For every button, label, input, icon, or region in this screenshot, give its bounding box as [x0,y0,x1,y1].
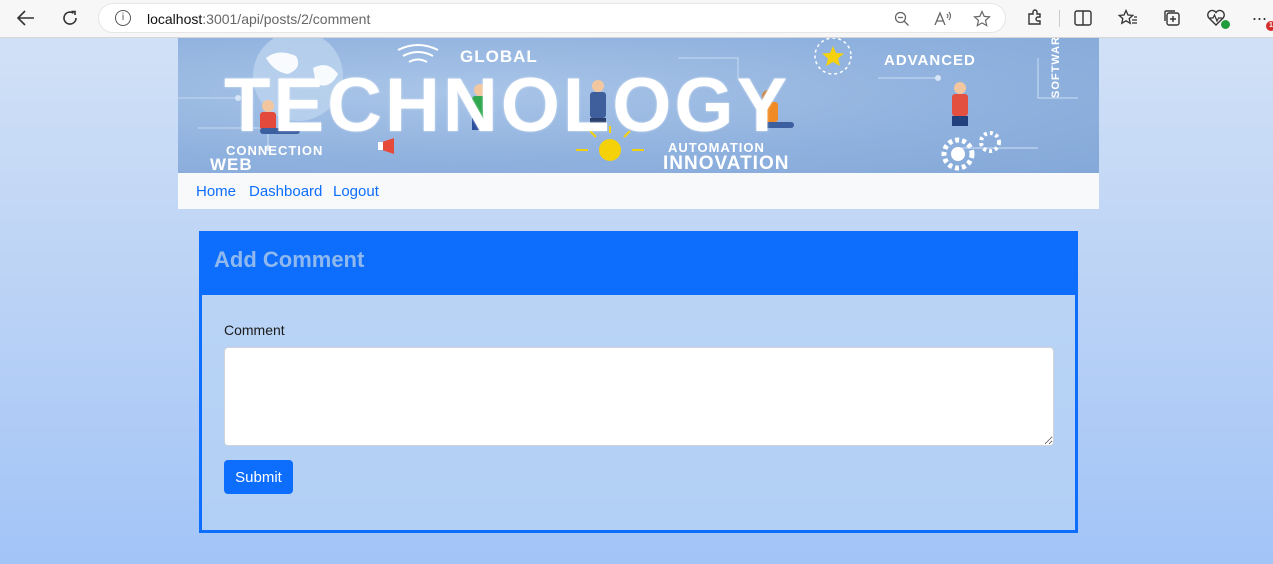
back-icon[interactable] [11,4,41,32]
banner-title: TECHNOLOGY [224,63,791,148]
extensions-icon[interactable] [1020,4,1050,32]
banner-word-global: GLOBAL [460,47,538,66]
status-ok-badge [1221,20,1230,29]
browser-toolbar: i localhost:3001/api/posts/2/comment ···… [0,0,1273,38]
read-aloud-icon[interactable] [931,8,955,30]
banner-word-software: SOFTWARE [1050,38,1062,98]
notification-badge: 1 [1266,21,1273,31]
card-header: Add Comment [202,234,1075,295]
split-screen-icon[interactable] [1068,4,1098,32]
zoom-icon[interactable] [890,8,914,30]
nav-home-link[interactable]: Home [196,183,236,200]
nav-dashboard-link[interactable]: Dashboard [249,183,322,200]
more-icon[interactable]: ··· 1 [1244,4,1273,32]
favorite-star-icon[interactable] [970,8,994,30]
url-text: localhost:3001/api/posts/2/comment [147,11,370,27]
comment-textarea[interactable] [224,347,1054,446]
technology-banner: TECHNOLOGY GLOBAL ADVANCED CONNECTION WE… [178,38,1099,173]
card-title: Add Comment [214,247,365,272]
url-path: :3001/api/posts/2/comment [202,11,371,27]
collections-icon[interactable] [1157,4,1187,32]
submit-button[interactable]: Submit [224,460,293,494]
site-info-icon[interactable]: i [115,10,131,26]
refresh-icon[interactable] [55,4,85,32]
browser-essentials-icon[interactable] [1201,4,1231,32]
add-comment-card: Add Comment Comment Submit [199,231,1078,533]
url-host: localhost [147,11,203,27]
toolbar-separator [1059,10,1060,27]
banner-word-innovation: INNOVATION [663,153,790,173]
banner-word-advanced: ADVANCED [884,52,976,69]
address-bar[interactable]: i localhost:3001/api/posts/2/comment [98,3,1006,33]
nav-logout-link[interactable]: Logout [333,183,379,200]
favorites-icon[interactable] [1113,4,1143,32]
banner-word-web: WEB [210,155,253,173]
comment-label: Comment [224,322,285,338]
navbar: Home Dashboard Logout [178,173,1099,209]
